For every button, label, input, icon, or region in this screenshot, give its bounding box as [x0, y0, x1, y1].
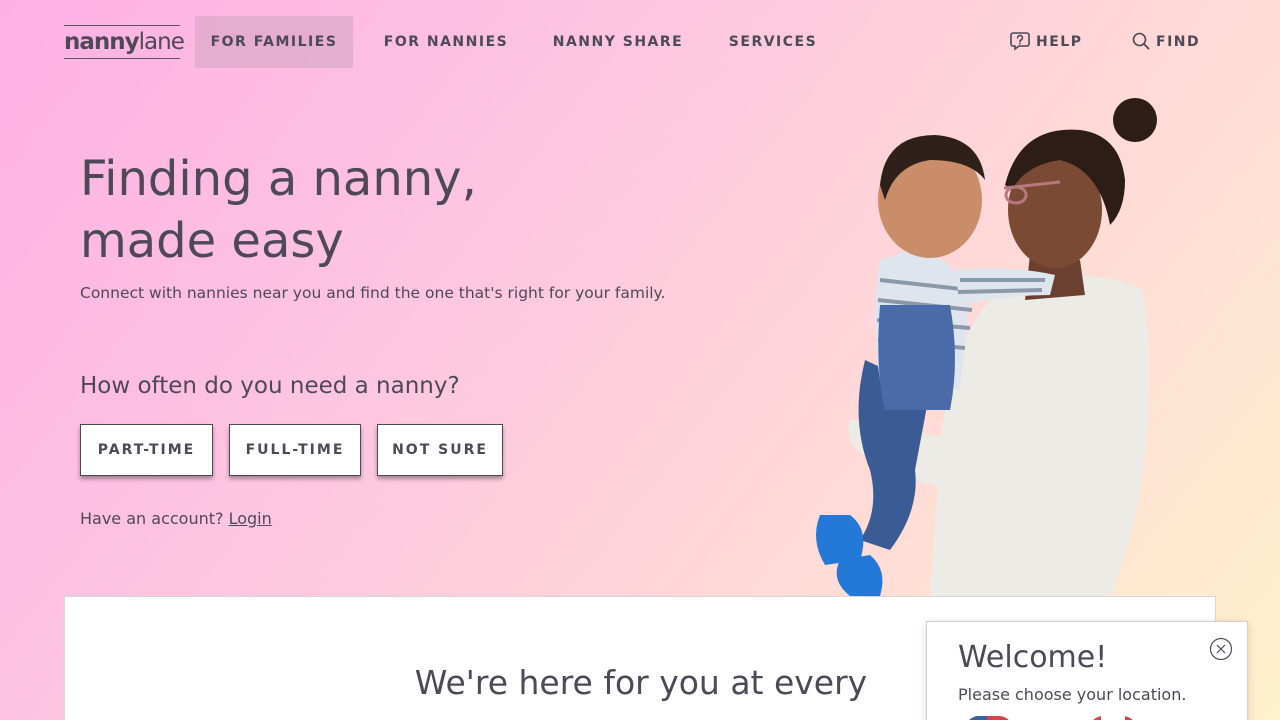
login-link[interactable]: Login	[229, 509, 272, 528]
logo-text: nannylane	[64, 29, 185, 55]
canada-flag-icon[interactable]	[1089, 716, 1137, 720]
frequency-question: How often do you need a nanny?	[80, 373, 460, 399]
find-link[interactable]: FIND	[1132, 16, 1200, 68]
us-flag-icon[interactable]	[965, 716, 1013, 720]
full-time-button[interactable]: FULL-TIME	[229, 424, 361, 476]
nav-item-nanny-share[interactable]: NANNY SHARE	[539, 16, 697, 68]
nav-item-for-families[interactable]: FOR FAMILIES	[195, 16, 353, 68]
hero-subtitle: Connect with nannies near you and find t…	[80, 284, 666, 302]
popup-subtitle: Please choose your location.	[958, 685, 1187, 704]
welcome-popup: Welcome! Please choose your location.	[926, 621, 1248, 720]
help-label: HELP	[1036, 34, 1083, 50]
search-icon	[1132, 32, 1150, 49]
help-icon	[1010, 31, 1030, 51]
part-time-button[interactable]: PART-TIME	[80, 424, 213, 476]
hero-title-line: Finding a nanny,	[80, 151, 477, 207]
logo-rule	[64, 25, 180, 26]
hero-title: Finding a nanny, made easy	[80, 148, 477, 272]
help-link[interactable]: HELP	[1010, 16, 1082, 68]
nav-item-for-nannies[interactable]: FOR NANNIES	[369, 16, 523, 68]
top-nav: nannylane FOR FAMILIES FOR NANNIES NANNY…	[64, 16, 1216, 68]
logo-rule	[64, 58, 180, 59]
find-label: FIND	[1156, 34, 1201, 50]
account-prompt: Have an account? Login	[80, 509, 272, 528]
nav-item-services[interactable]: SERVICES	[713, 16, 833, 68]
close-icon[interactable]	[1209, 637, 1233, 661]
nannylane-logo[interactable]: nannylane	[64, 25, 185, 59]
account-text: Have an account?	[80, 509, 224, 528]
not-sure-button[interactable]: NOT SURE	[377, 424, 503, 476]
popup-title: Welcome!	[958, 640, 1108, 675]
hero-title-line: made easy	[80, 213, 344, 269]
hero-photo	[816, 98, 1157, 596]
